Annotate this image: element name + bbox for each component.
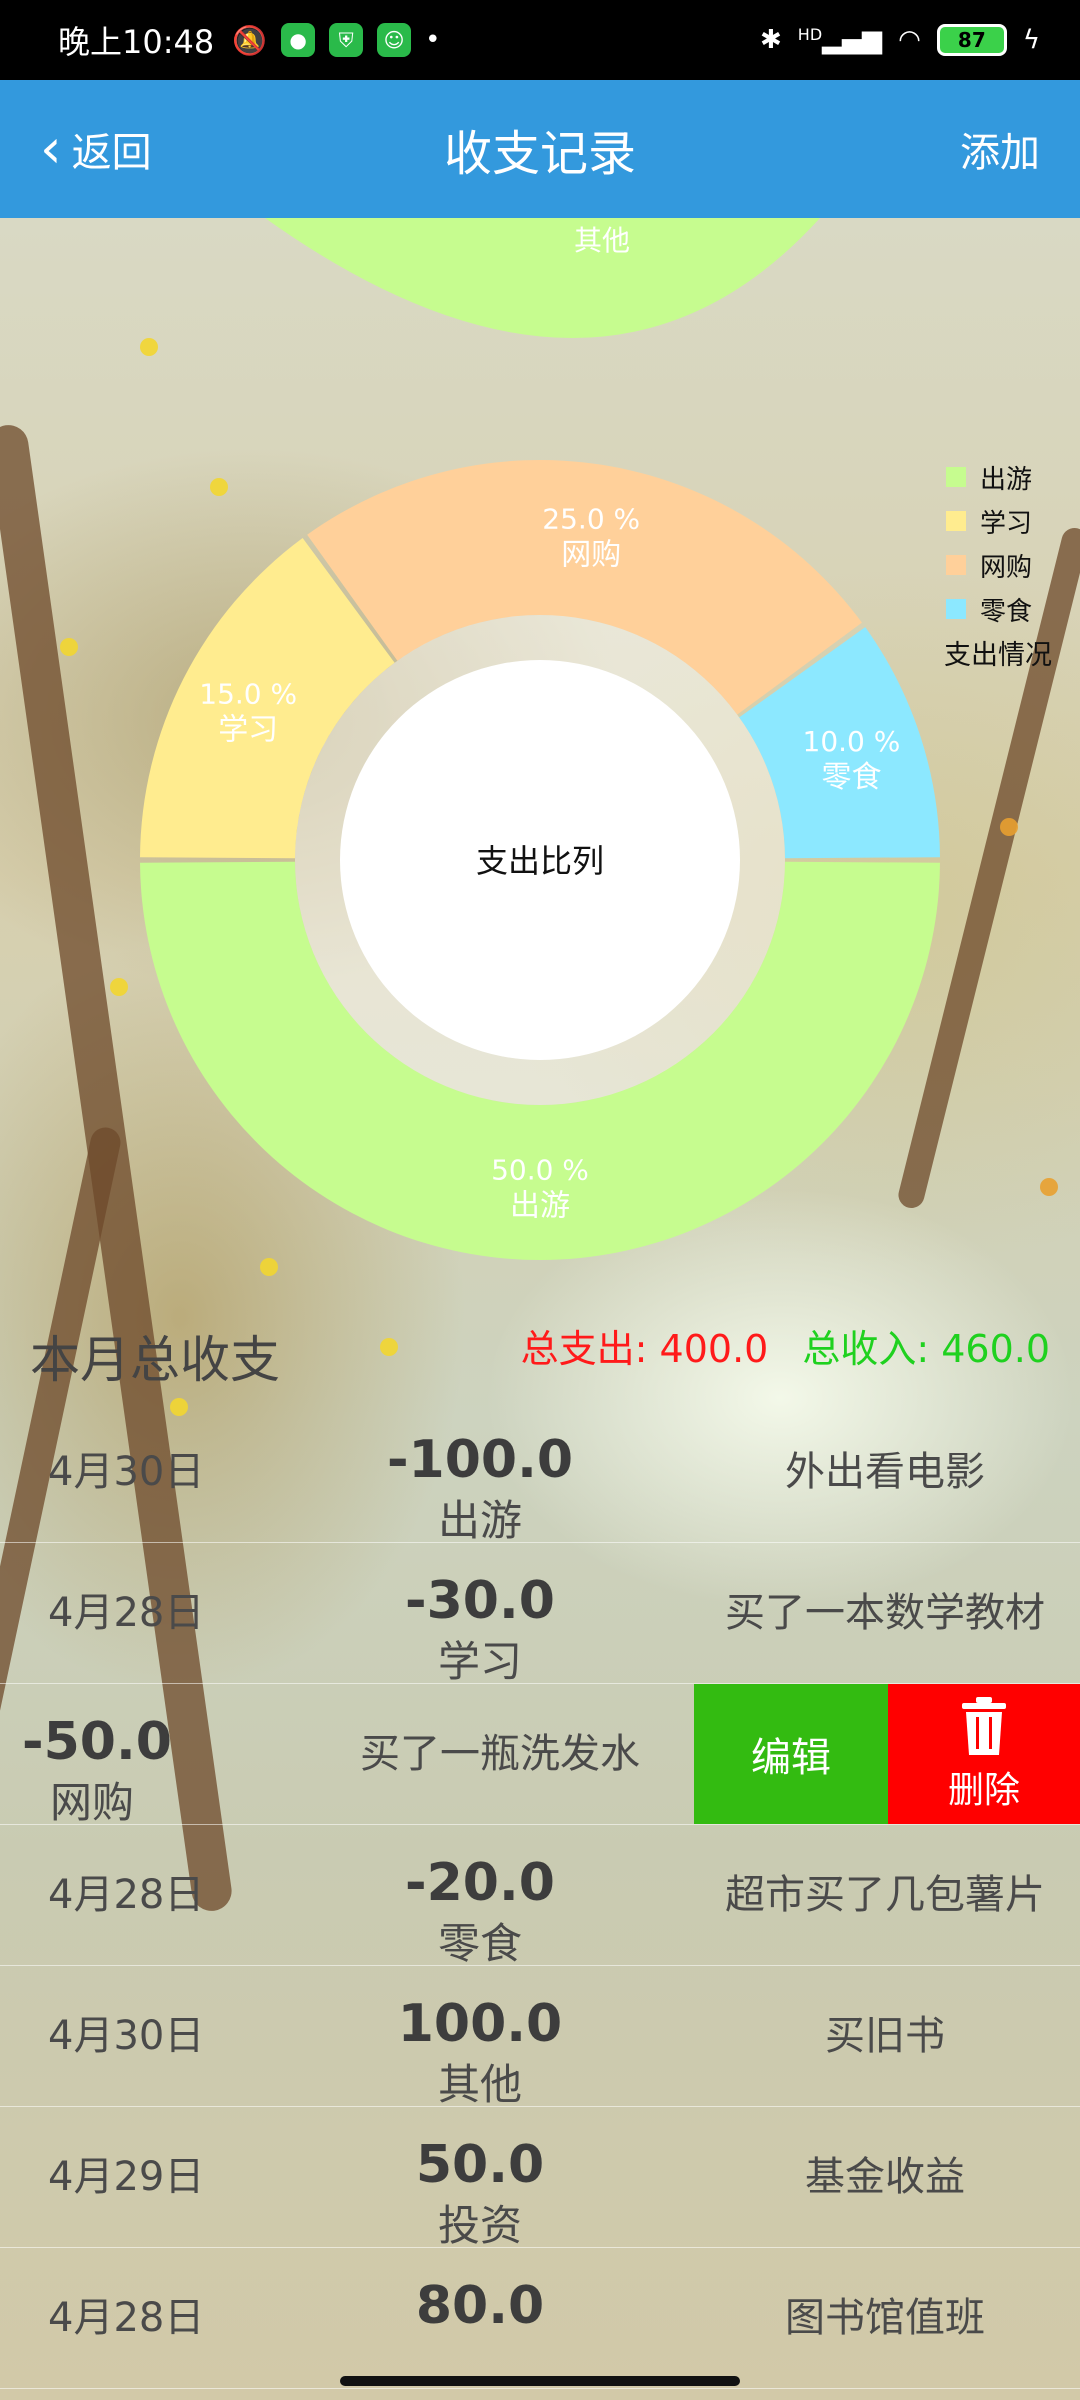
record-category: 网购	[50, 1778, 135, 1827]
record-note: 超市买了几包薯片	[725, 1872, 1045, 1918]
title-bar: ‹ 返回 收支记录 添加	[0, 80, 1080, 218]
legend-swatch	[946, 599, 966, 619]
legend-item: 零食	[946, 587, 1052, 631]
record-date: 4月28日	[48, 1872, 205, 1918]
add-button[interactable]: 添加	[960, 120, 1040, 178]
record-row[interactable]: -50.0 网购 买了一瓶洗发水 编辑删除	[0, 1684, 1080, 1825]
record-amount: -20.0	[405, 1853, 555, 1913]
legend-item: 出游	[946, 455, 1052, 499]
bell-off-icon: 🔕	[232, 23, 268, 57]
record-date: 4月30日	[48, 2013, 205, 2059]
record-date: 4月30日	[48, 1449, 205, 1495]
donut-percent-label: 10.0 %	[803, 725, 901, 758]
record-category: 出游	[437, 1496, 522, 1545]
record-amount: -100.0	[386, 1430, 574, 1490]
donut-category-label: 零食	[821, 760, 881, 795]
donut-center-text: 支出比列	[476, 842, 604, 880]
status-bar: 晚上10:48 🔕 ● ⛨ ☺ • ✱ HD▂▄▆ ◠ 87 ϟ	[0, 0, 1080, 80]
legend-label: 出游	[980, 464, 1033, 495]
record-amount: -50.0	[22, 1712, 172, 1772]
record-category: 投资	[437, 2201, 522, 2250]
battery-icon: 87	[936, 24, 1007, 56]
month-summary-values: 总支出: 400.0 总收入: 460.0	[521, 1318, 1050, 1373]
signal-icon: HD▂▄▆	[797, 25, 883, 55]
record-row[interactable]: 4月29日 50.0 投资 基金收益	[0, 2107, 1080, 2248]
record-date: 4月28日	[48, 1590, 205, 1636]
donut-percent-label: 25.0 %	[542, 503, 640, 536]
legend-item: 学习	[946, 499, 1052, 543]
record-note: 外出看电影	[785, 1449, 985, 1495]
legend-label: 网购	[980, 552, 1033, 583]
record-amount: 50.0	[415, 2135, 545, 2195]
wechat-icon: ●	[281, 23, 316, 57]
record-category: 零食	[437, 1919, 522, 1968]
status-time: 晚上10:48	[58, 23, 215, 61]
record-row[interactable]: 4月28日 -30.0 学习 买了一本数学教材	[0, 1543, 1080, 1684]
expense-donut-chart: 50.0 %出游 15.0 %学习 25.0 %网购 10.0 %零食支出比列	[140, 460, 940, 1260]
edit-button[interactable]: 编辑	[694, 1684, 888, 1824]
charging-icon: ϟ	[1022, 25, 1040, 55]
record-list[interactable]: 4月30日 -100.0 出游 外出看电影 4月28日 -30.0 学习 买了一本数学教材 -5…	[0, 1402, 1080, 2389]
delete-button[interactable]: 删除	[888, 1684, 1080, 1824]
donut-category-label: 网购	[561, 538, 621, 573]
previous-pie-chart: 其他	[265, 218, 820, 338]
record-note: 买了一瓶洗发水	[360, 1731, 640, 1777]
record-category: 学习	[437, 1637, 522, 1686]
record-amount: 80.0	[415, 2276, 545, 2336]
record-row[interactable]: 4月30日 100.0 其他 买旧书	[0, 1966, 1080, 2107]
legend-swatch	[946, 467, 966, 487]
record-date: 4月28日	[48, 2295, 205, 2341]
pie-slice-other	[265, 218, 820, 338]
record-note: 基金收益	[805, 2154, 965, 2200]
delete-label: 删除	[947, 1770, 1020, 1811]
legend-label: 零食	[980, 596, 1033, 627]
record-date: 4月29日	[48, 2154, 205, 2200]
legend-swatch	[946, 511, 966, 531]
total-expense: 总支出: 400.0	[520, 1327, 769, 1371]
record-note: 图书馆值班	[785, 2295, 985, 2341]
legend-title: 支出情况	[944, 640, 1052, 671]
donut-category-label: 学习	[218, 712, 278, 747]
donut-category-label: 出游	[510, 1189, 570, 1224]
network-type: HD	[797, 25, 823, 44]
total-income: 总收入: 460.0	[802, 1327, 1050, 1371]
record-note: 买了一本数学教材	[725, 1590, 1045, 1636]
record-row[interactable]: 4月28日 -20.0 零食 超市买了几包薯片	[0, 1825, 1080, 1966]
record-category: 其他	[437, 2060, 522, 2109]
record-note: 买旧书	[825, 2013, 945, 2059]
legend-item: 网购	[946, 543, 1052, 587]
record-amount: 100.0	[397, 1994, 563, 2054]
home-indicator[interactable]	[340, 2376, 740, 2386]
donut-percent-label: 15.0 %	[199, 677, 297, 710]
app-icon: ☺	[377, 23, 412, 57]
back-button[interactable]: ‹ 返回	[40, 120, 152, 178]
record-amount: -30.0	[405, 1571, 555, 1631]
trash-icon	[962, 1697, 1006, 1755]
wifi-icon: ◠	[898, 25, 921, 55]
chevron-left-icon: ‹	[40, 117, 62, 180]
legend-swatch	[946, 555, 966, 575]
back-label: 返回	[71, 130, 152, 176]
record-row[interactable]: 4月30日 -100.0 出游 外出看电影	[0, 1402, 1080, 1543]
shield-app-icon: ⛨	[329, 23, 364, 57]
month-summary-title: 本月总收支	[30, 1331, 280, 1389]
legend-label: 学习	[980, 508, 1033, 539]
status-dot: •	[425, 25, 441, 55]
page-title: 收支记录	[443, 126, 636, 182]
chart-legend: 出游学习网购零食支出情况	[944, 455, 1052, 672]
battery-level: 87	[957, 28, 986, 52]
pie-label-other: 其他	[574, 224, 630, 257]
record-row[interactable]: 4月28日 80.0 图书馆值班	[0, 2248, 1080, 2389]
donut-percent-label: 50.0 %	[491, 1154, 589, 1187]
bluetooth-icon: ✱	[760, 25, 782, 55]
